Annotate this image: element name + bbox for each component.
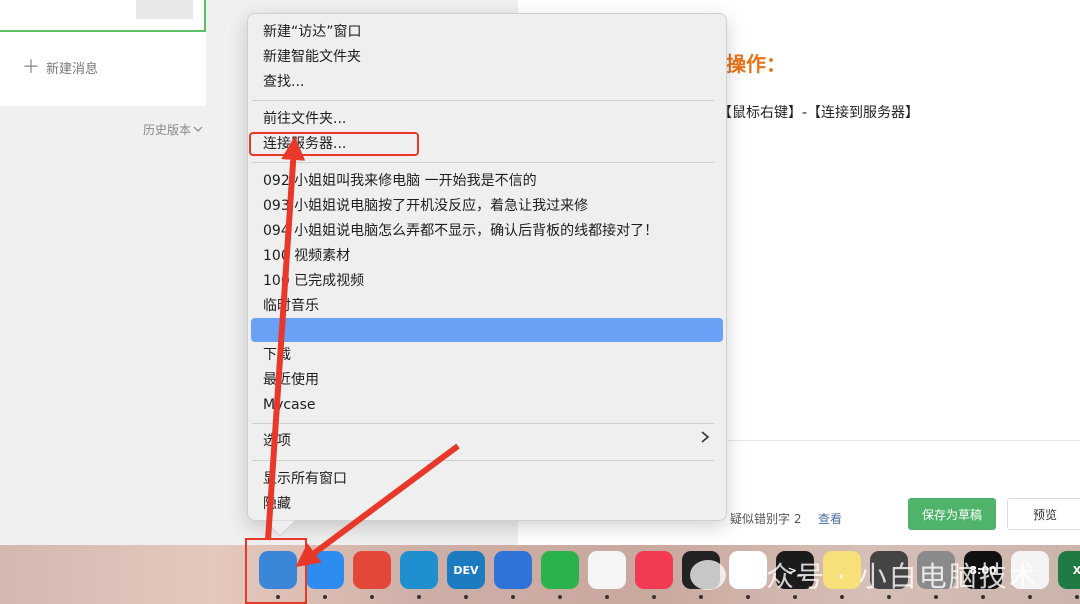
chrome-icon[interactable] xyxy=(353,551,391,589)
save-draft-button[interactable]: 保存为草稿 xyxy=(908,498,996,530)
watermark: 公众号 · 小白电脑技术 xyxy=(690,545,1039,604)
menu-item-show-all-windows[interactable]: 显示所有窗口 xyxy=(263,467,347,491)
menu-item-highlighted[interactable] xyxy=(251,318,723,342)
macos-dock: DEV >_ 8:00 X 公众号 · 小白电脑技术 xyxy=(0,545,1080,604)
menu-item-folder-093[interactable]: 093 小姐姐说电脑按了开机没反应，着急让我过来修 xyxy=(263,194,588,218)
menu-item-recents[interactable]: 最近使用 xyxy=(263,368,319,392)
safari-icon[interactable] xyxy=(306,551,344,589)
qq-icon[interactable] xyxy=(588,551,626,589)
message-card: ＋ 新建消息 xyxy=(0,0,206,106)
message-thumbnail xyxy=(136,0,193,19)
new-message-button[interactable]: ＋ 新建消息 xyxy=(22,58,98,77)
menu-item-options[interactable]: 选项 xyxy=(263,429,291,453)
menu-pointer xyxy=(264,520,296,537)
dock-running-indicator xyxy=(464,595,468,599)
typo-count: 疑似错别字 2 xyxy=(730,512,802,526)
history-label: 历史版本 xyxy=(143,123,192,137)
dock-running-indicator xyxy=(652,595,656,599)
dock-running-indicator xyxy=(370,595,374,599)
excel-icon[interactable]: X xyxy=(1058,551,1080,589)
menu-item-hide[interactable]: 隐藏 xyxy=(263,492,291,516)
menu-item-folder-092[interactable]: 092 小姐姐叫我来修电脑 一开始我是不信的 xyxy=(263,169,537,193)
windows-app-icon[interactable] xyxy=(494,551,532,589)
finder-dock-context-menu: 新建“访达”窗口 新建智能文件夹 查找... 前往文件夹... 连接服务器...… xyxy=(247,13,727,521)
dock-running-indicator xyxy=(1075,595,1079,599)
wechat-official-account-icon xyxy=(690,559,726,590)
menu-item-new-finder-window[interactable]: 新建“访达”窗口 xyxy=(263,20,362,44)
annotation-highlight-finder xyxy=(245,538,307,604)
dock-running-indicator xyxy=(417,595,421,599)
section-heading: 操作： xyxy=(726,52,786,76)
dock-app-label: X xyxy=(1072,563,1080,577)
menu-item-find[interactable]: 查找... xyxy=(263,70,304,94)
menu-item-folder-finished-video[interactable]: 100 已完成视频 xyxy=(263,269,364,293)
menu-item-go-to-folder[interactable]: 前往文件夹... xyxy=(263,107,346,131)
preview-button[interactable]: 预览 xyxy=(1007,498,1080,530)
menu-separator xyxy=(252,162,714,163)
menu-separator xyxy=(252,460,714,461)
watermark-text: 公众号 · 小白电脑技术 xyxy=(736,559,1039,593)
menu-separator xyxy=(252,100,714,101)
wechat-icon[interactable] xyxy=(541,551,579,589)
menu-item-downloads[interactable]: 下载 xyxy=(263,343,291,367)
plus-icon: ＋ xyxy=(22,56,40,78)
menu-item-folder-094[interactable]: 094 小姐姐说电脑怎么弄都不显示，确认后背板的线都接对了！ xyxy=(263,219,658,243)
dock-app-label: DEV xyxy=(453,563,479,577)
dock-running-indicator xyxy=(558,595,562,599)
menu-item-new-smart-folder[interactable]: 新建智能文件夹 xyxy=(263,45,361,69)
chevron-down-icon xyxy=(193,123,203,137)
dock-running-indicator xyxy=(511,595,515,599)
chevron-right-icon xyxy=(700,430,710,448)
section-steps: 【鼠标右键】-【连接到服务器】 xyxy=(718,105,920,121)
menu-separator xyxy=(252,423,714,424)
music-icon[interactable] xyxy=(635,551,673,589)
menu-item-mycase[interactable]: Mycase xyxy=(263,393,316,417)
dock-running-indicator xyxy=(605,595,609,599)
menu-item-folder-video-material[interactable]: 100 视频素材 xyxy=(263,244,350,268)
edge-icon[interactable] xyxy=(400,551,438,589)
dock-running-indicator xyxy=(323,595,327,599)
annotation-highlight-connect-server xyxy=(249,132,419,156)
divider xyxy=(728,440,1080,441)
menu-item-folder-temp-music[interactable]: 临时音乐 xyxy=(263,294,319,318)
edge-dev-icon[interactable]: DEV xyxy=(447,551,485,589)
history-versions-button[interactable]: 历史版本 xyxy=(143,121,203,138)
new-message-label: 新建消息 xyxy=(46,62,99,77)
typo-view-link[interactable]: 查看 xyxy=(818,510,842,527)
